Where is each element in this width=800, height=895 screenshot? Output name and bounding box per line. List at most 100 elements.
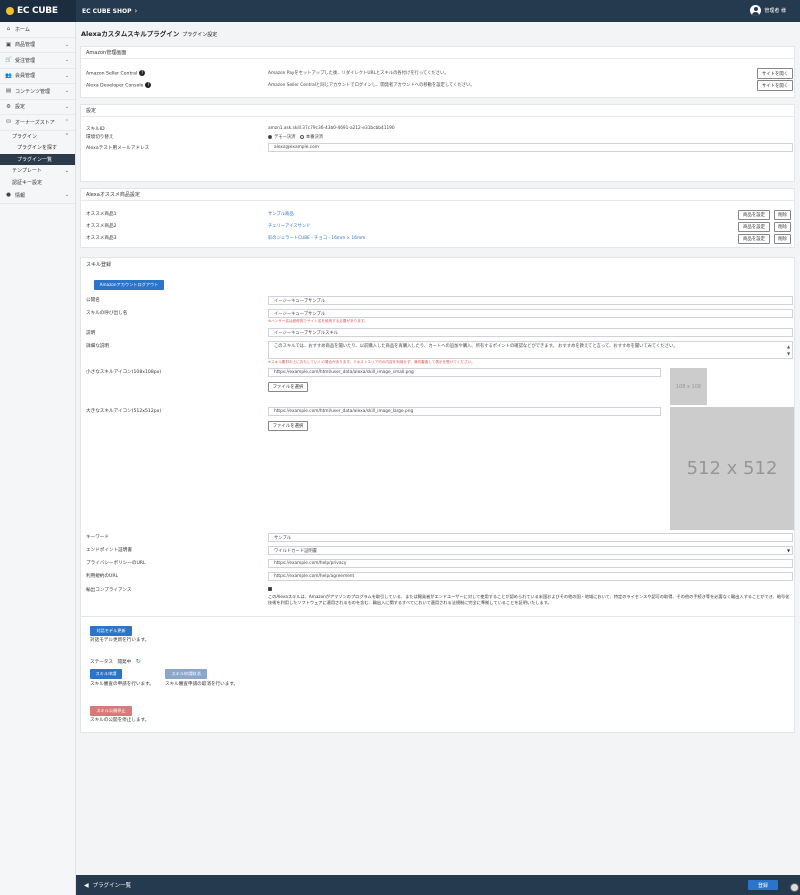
withdraw-review-button[interactable]: スキル申請取消	[165, 669, 207, 679]
small-icon-file-button[interactable]: ファイルを選択	[268, 382, 308, 392]
developer-console-desc: Amazon Seller Centralと同じアカウントでログインし、開発者ア…	[268, 83, 475, 88]
developer-console-label: Alexa Developer Console?	[86, 82, 152, 89]
export-compliance-checkbox[interactable]	[268, 587, 272, 591]
amazon-admin-card: Amazon管理画面 Amazon Seller Central? Amazon…	[80, 46, 795, 98]
update-model-button[interactable]: 対話モデル更新	[90, 626, 132, 636]
submit-review-button[interactable]: スキル申請	[90, 669, 122, 679]
save-button[interactable]: 登録	[748, 880, 778, 890]
sidebar: ⌂ ホーム ▣ 商品管理 ⌄ 🛒 受注管理 ⌄ 👥 会員管理 ⌄ ▤ コンテンツ…	[0, 22, 76, 895]
delete-button-3[interactable]: 削除	[774, 234, 791, 244]
sidebar-item-customers[interactable]: 👥 会員管理 ⌄	[0, 69, 75, 84]
sidebar-item-label: 会員管理	[15, 73, 36, 80]
open-developer-console-button[interactable]: サイトを開く	[757, 80, 793, 91]
detail-description-label: 詳細な説明	[86, 344, 109, 349]
terms-url-input[interactable]: https://example.com/help/agreement	[268, 572, 793, 581]
delete-button-2[interactable]: 削除	[774, 222, 791, 232]
sidebar-item-settings[interactable]: ⚙ 設定 ⌄	[0, 100, 75, 115]
sidebar-item-plugin-search[interactable]: プラグインを探す	[0, 142, 75, 154]
store-icon: ⛁	[6, 119, 11, 126]
sidebar-item-home[interactable]: ⌂ ホーム	[0, 22, 75, 38]
detail-description-textarea[interactable]: このスキルでは、おすすめ商品を聞いたり、以前購入した商品を再購入したり、カートへ…	[268, 341, 793, 359]
invocation-note: ※ハンザー名は総称的でサイト名を使用する必要があります。	[268, 319, 368, 323]
stop-publish-desc: スキルの公開を停止します。	[90, 718, 150, 723]
sidebar-item-auth-key[interactable]: 認証キー設定	[0, 177, 75, 189]
keyword-label: キーワード	[86, 535, 109, 540]
status-value: 開発中	[117, 660, 132, 665]
skill-id-label: スキルID	[86, 127, 105, 132]
chevron-up-icon: ⌃	[64, 133, 69, 140]
sidebar-item-template[interactable]: テンプレート ⌄	[0, 165, 75, 177]
large-icon-url-input[interactable]: https://example.com/html/user_data/alexa…	[268, 407, 661, 416]
sidebar-item-label: 認証キー設定	[12, 179, 43, 186]
sidebar-item-info[interactable]: ● 情報 ⌄	[0, 188, 75, 204]
file-icon: ▤	[5, 88, 12, 95]
env-radio-group: デモ一決済 本番決済	[268, 134, 323, 140]
divider	[81, 616, 796, 617]
chevron-down-icon: ⌄	[64, 57, 69, 64]
small-icon-placeholder: 108 x 108	[670, 368, 707, 405]
top-bar: EC CUBE EC CUBE SHOP › 管理者 様	[0, 0, 800, 22]
user-name: 管理者 様	[764, 8, 786, 14]
chevron-up-icon: ⌃	[64, 119, 69, 126]
sidebar-item-label: ホーム	[15, 26, 30, 33]
help-icon[interactable]: ?	[139, 70, 146, 76]
large-icon-file-button[interactable]: ファイルを選択	[268, 421, 308, 431]
scroll-down-icon[interactable]: ▼	[787, 351, 790, 356]
public-name-input[interactable]: イージーキューブサンプル	[268, 296, 793, 305]
page-subtitle: プラグイン設定	[182, 32, 218, 38]
card-header: スキル登録	[86, 261, 112, 268]
sidebar-item-orders[interactable]: 🛒 受注管理 ⌄	[0, 53, 75, 69]
scroll-up-icon[interactable]: ▲	[787, 344, 790, 349]
set-product-button-3[interactable]: 商品を設定	[738, 234, 770, 244]
settings-corner-icon[interactable]	[790, 883, 799, 892]
demo-radio[interactable]	[268, 134, 272, 139]
endpoint-cert-select[interactable]: ワイルドカード証明書	[268, 546, 793, 555]
recommend-label-3: オススメ商品3	[86, 236, 117, 241]
logo[interactable]: EC CUBE	[0, 0, 76, 22]
sidebar-item-products[interactable]: ▣ 商品管理 ⌄	[0, 38, 75, 53]
settings-card: 設定 スキルID amzn1.ask.skill.37c79c36-43b0-4…	[80, 104, 795, 182]
set-product-button-2[interactable]: 商品を設定	[738, 222, 770, 232]
recommend-card: Alexaオススメ商品設定 オススメ商品1 サンプル商品 商品を設定 削除 オス…	[80, 188, 795, 248]
production-radio-label: 本番決済	[305, 135, 324, 140]
refresh-icon[interactable]: ↻	[136, 658, 141, 665]
delete-button-1[interactable]: 削除	[774, 210, 791, 220]
amazon-logout-button[interactable]: Amazonアカウントログアウト	[94, 280, 164, 290]
chevron-down-icon: ⌄	[64, 167, 69, 174]
set-product-button-1[interactable]: 商品を設定	[738, 210, 770, 220]
chevron-down-icon: ⌄	[64, 103, 69, 110]
test-email-input[interactable]: alexa@example.com	[268, 143, 793, 152]
production-radio[interactable]	[299, 134, 304, 139]
sidebar-item-plugin[interactable]: プラグイン ⌃	[0, 131, 75, 143]
description-label: 説明	[86, 331, 96, 336]
small-icon-url-input[interactable]: https://example.com/html/user_data/alexa…	[268, 368, 661, 377]
sidebar-item-label: オーナーズストア	[15, 119, 55, 126]
chevron-down-icon: ⌄	[64, 41, 69, 48]
sidebar-item-owners-store[interactable]: ⛁ オーナーズストア ⌃	[0, 115, 75, 131]
select-caret-icon: ▼	[787, 548, 791, 553]
recommend-product-3[interactable]: 彩のジェラートCUBE - チョコ - 16mm × 16mm	[268, 235, 365, 241]
sidebar-item-label: プラグインを探す	[17, 145, 58, 152]
back-to-plugin-list-link[interactable]: プラグイン一覧	[93, 881, 132, 889]
help-icon[interactable]: ?	[145, 82, 152, 88]
page-title-text: Alexaカスタムスキルプラグイン	[81, 30, 180, 38]
users-icon: 👥	[5, 72, 12, 79]
export-compliance-text: このAlexaスキルは、Amazonがアマゾンのプログラムを取引している、または…	[268, 594, 790, 605]
recommend-product-2[interactable]: チェリーアイスサンド	[268, 223, 310, 229]
seller-central-label-text: Amazon Seller Central	[86, 71, 138, 77]
privacy-url-input[interactable]: https://example.com/help/privacy	[268, 559, 793, 568]
endpoint-cert-label: エンドポイント証明書	[86, 548, 132, 553]
back-icon[interactable]: ◀	[84, 882, 89, 889]
description-input[interactable]: イージーキューブサンプルスキル	[268, 328, 793, 337]
open-seller-central-button[interactable]: サイトを開く	[757, 68, 793, 79]
detail-description-note: ※スキル素材の上におもしていくの場合があります。テキストエリア内の内容を利用せず…	[268, 360, 475, 364]
shop-name[interactable]: EC CUBE SHOP	[82, 8, 131, 15]
recommend-product-1[interactable]: サンプル商品	[268, 211, 294, 217]
stop-publish-button[interactable]: スキル公開停止	[90, 706, 132, 716]
user-menu[interactable]: 管理者 様	[750, 5, 786, 16]
sidebar-item-plugin-list[interactable]: プラグイン一覧	[0, 153, 75, 165]
sidebar-item-contents[interactable]: ▤ コンテンツ管理 ⌄	[0, 84, 75, 100]
invocation-name-input[interactable]: イージーキューブサンプル	[268, 309, 793, 318]
chevron-right-icon: ›	[134, 7, 138, 15]
keyword-input[interactable]: サンプル	[268, 533, 793, 542]
